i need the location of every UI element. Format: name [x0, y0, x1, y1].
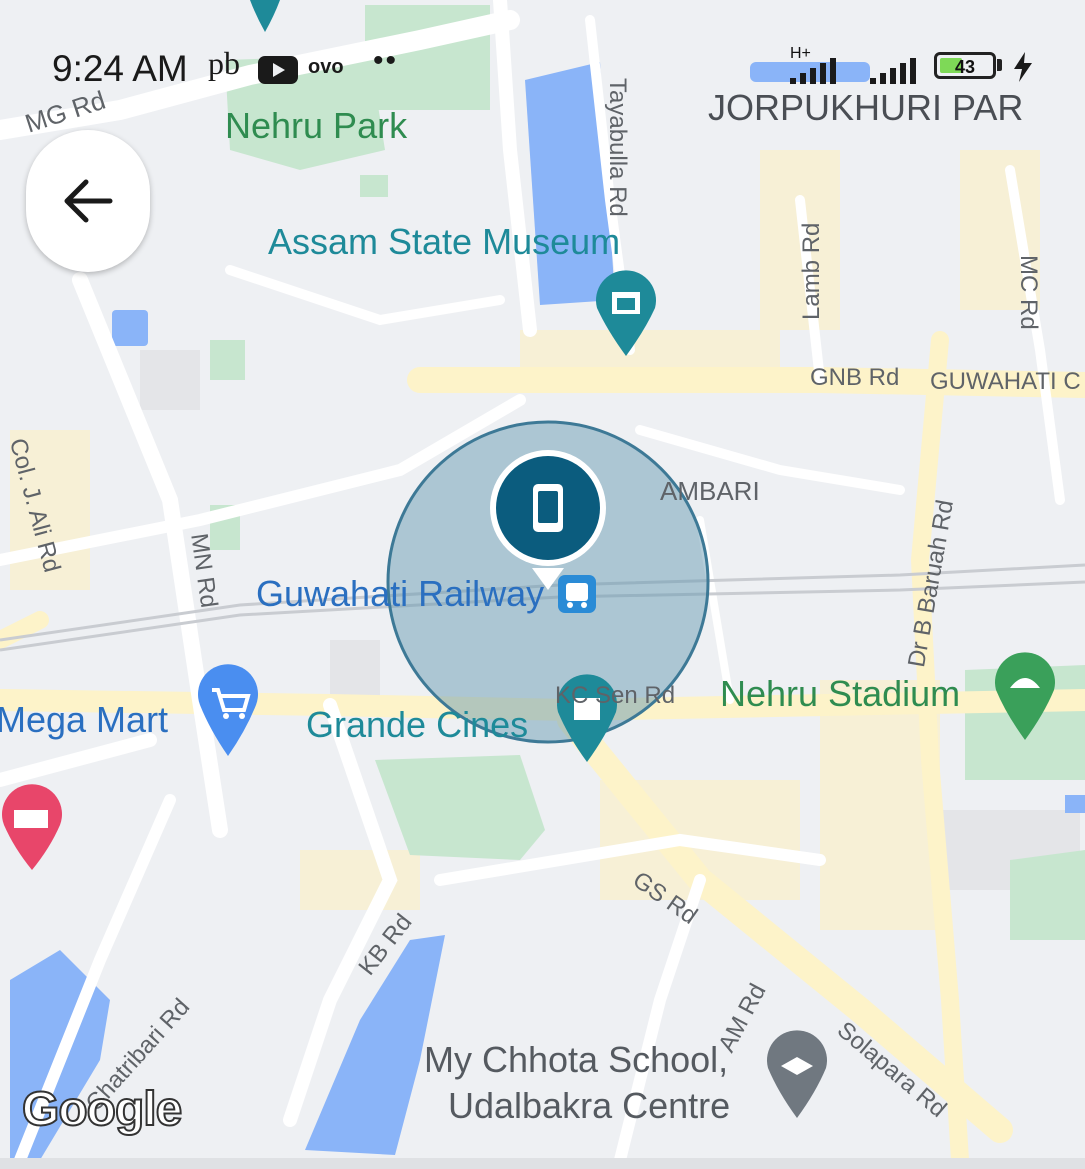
- road-label-tayabulla: Tayabulla Rd: [604, 78, 631, 217]
- charging-icon: [1014, 52, 1032, 82]
- road-label-mc: MC Rd: [1015, 255, 1042, 330]
- poi-label-assam-museum[interactable]: Assam State Museum: [268, 224, 620, 260]
- water-pond-small: [112, 310, 148, 346]
- railway-station-icon: [558, 575, 596, 613]
- status-carrier-text: pb: [208, 45, 240, 81]
- battery-tip: [997, 59, 1002, 71]
- ovo-icon: ovo: [308, 56, 344, 78]
- road-label-kc-sen: KC Sen Rd: [555, 682, 676, 709]
- google-logo: Google: [21, 1082, 183, 1137]
- road-label-gnb: GNB Rd: [810, 364, 900, 391]
- signal-icon: [790, 58, 916, 84]
- bottom-edge: [0, 1158, 1085, 1169]
- area-label-jorpukhuri: JORPUKHURI PAR: [708, 87, 1024, 128]
- poi-label-railway[interactable]: Guwahati Railway: [256, 576, 544, 612]
- poi-label-nehru-park[interactable]: Nehru Park: [225, 108, 407, 144]
- poi-label-grande-cines[interactable]: Grande Cines: [306, 707, 528, 743]
- poi-label-nehru-stadium[interactable]: Nehru Stadium: [720, 676, 960, 712]
- area-label-guwahati: GUWAHATI C: [930, 368, 1081, 395]
- status-time: 9:24 AM: [52, 48, 188, 89]
- area-label-ambari: AMBARI: [660, 476, 760, 506]
- battery-icon: 43: [934, 52, 996, 79]
- arrow-left-icon: [64, 179, 113, 223]
- poi-label-mega-mart[interactable]: Mega Mart: [0, 702, 168, 738]
- battery-level: 43: [954, 57, 976, 77]
- youtube-icon: [258, 56, 298, 84]
- road-label-lamb: Lamb Rd: [798, 222, 825, 320]
- poi-label-school-line1[interactable]: My Chhota School,: [424, 1042, 728, 1078]
- status-dots: ••: [373, 44, 399, 77]
- back-button[interactable]: [26, 130, 150, 272]
- poi-label-school-line2[interactable]: Udalbakra Centre: [448, 1088, 730, 1124]
